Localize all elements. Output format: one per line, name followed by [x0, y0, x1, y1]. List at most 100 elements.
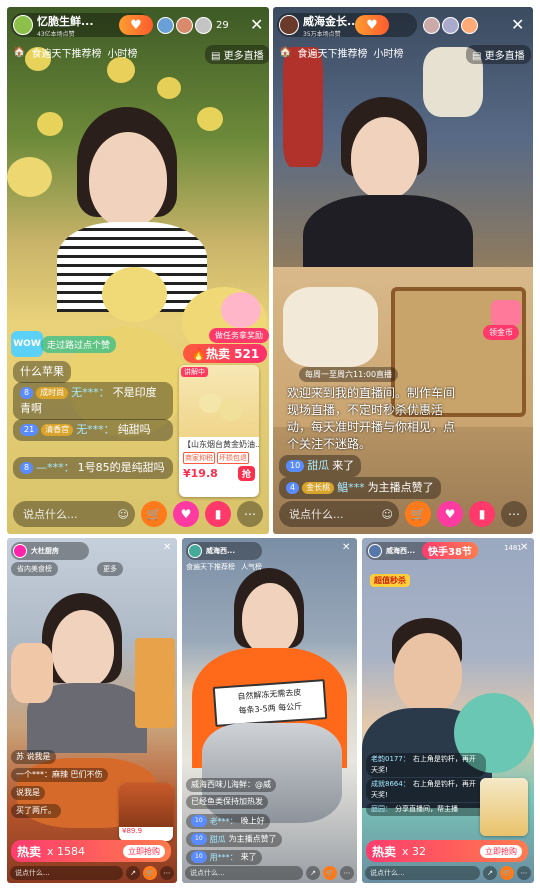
- task-gift-icon[interactable]: [221, 292, 261, 328]
- close-icon[interactable]: ✕: [520, 542, 528, 553]
- product-card[interactable]: [480, 778, 528, 836]
- viewer-count: 29: [216, 20, 229, 31]
- cart-icon[interactable]: 🛒: [405, 501, 431, 527]
- viewer-avatar: [157, 17, 174, 34]
- comment-input[interactable]: 说点什么... ☺: [279, 501, 399, 527]
- host-face: [351, 117, 419, 199]
- close-icon[interactable]: ✕: [342, 542, 350, 553]
- comment-item: 10 甜瓜 为主播点赞了: [186, 832, 282, 847]
- hot-sale-bar[interactable]: 热卖 x 32 立即抢购: [366, 840, 528, 862]
- product-image[interactable]: [119, 783, 173, 827]
- more-icon[interactable]: ⋯: [340, 866, 354, 880]
- viewer-list[interactable]: 29: [157, 17, 229, 34]
- bottom-bar: 说点什么... ☺ 🛒 ♥ ▮ ⋯: [7, 500, 269, 528]
- rank-hourly[interactable]: 小时榜: [107, 45, 137, 60]
- host-avatar[interactable]: [279, 15, 299, 35]
- host-likes: 43亿本场点赞: [37, 30, 75, 38]
- close-icon[interactable]: ✕: [511, 15, 524, 34]
- cart-icon[interactable]: 🛒: [323, 866, 337, 880]
- rank-row[interactable]: 食遍天下推荐榜 人气榜: [186, 562, 262, 572]
- host-avatar[interactable]: [13, 544, 27, 558]
- cart-icon[interactable]: 🛒: [141, 501, 167, 527]
- product-card[interactable]: ¥89.9: [119, 783, 173, 841]
- close-icon[interactable]: ✕: [250, 15, 263, 34]
- host-header[interactable]: 威海金长... 35万本场点赞: [277, 13, 417, 38]
- more-icon[interactable]: ⋯: [237, 501, 263, 527]
- live-panel-2[interactable]: 威海金长... 35万本场点赞 ♥ ✕ 🏠 食遍天下推荐榜 小时榜 ▤ 更多直播…: [273, 7, 533, 534]
- comment-input[interactable]: 说点什么...: [10, 866, 123, 880]
- comment-item: 10 用***： 来了: [186, 850, 262, 865]
- buy-now-button[interactable]: 立即抢购: [123, 844, 165, 858]
- host-avatar[interactable]: [188, 544, 202, 558]
- comment-input[interactable]: 说点什么... ☺: [13, 501, 135, 527]
- live-panel-5[interactable]: 威海西... 快手38节 1481 ✕ 超值秒杀 老韵0177： 右上角是钓杆，再…: [362, 538, 534, 883]
- host-avatar[interactable]: [13, 15, 33, 35]
- more-live-button[interactable]: 更多: [97, 562, 123, 576]
- coin-gift-icon[interactable]: [491, 300, 521, 326]
- schedule-notice: 每周一至周六11:00直播: [299, 367, 399, 382]
- host-avatar[interactable]: [368, 544, 382, 558]
- user-level-badge: 10: [191, 851, 207, 863]
- host-name: 威海西...: [386, 547, 415, 555]
- rank-recommend[interactable]: 食遍天下推荐榜: [297, 45, 367, 60]
- rank-row[interactable]: 🏠 食遍天下推荐榜 小时榜: [279, 45, 403, 60]
- share-icon[interactable]: ↗: [126, 866, 140, 880]
- more-live-button[interactable]: ▤ 更多直播: [205, 45, 269, 64]
- more-icon[interactable]: ⋯: [517, 866, 531, 880]
- cart-icon[interactable]: 🛒: [143, 866, 157, 880]
- product-card[interactable]: 讲解中 【山东烟台黄金奶油... 商家抑税 坏损包退 ¥19.8 抢: [179, 365, 259, 497]
- emoji-icon[interactable]: ☺: [118, 508, 129, 521]
- share-icon[interactable]: ↗: [483, 866, 497, 880]
- bookmark-icon[interactable]: ▮: [469, 501, 495, 527]
- follow-button[interactable]: ♥: [355, 15, 389, 35]
- bottom-bar: 说点什么... ↗ 🛒 ⋯: [362, 865, 534, 881]
- fan-tag: 金长桃: [302, 482, 335, 494]
- comment-input[interactable]: 说点什么...: [185, 866, 303, 880]
- apple-decoration: [107, 57, 135, 83]
- buy-now-button[interactable]: 立即抢购: [480, 844, 522, 858]
- gift-icon[interactable]: ♥: [437, 501, 463, 527]
- live-panel-1[interactable]: 忆脆生鲜... 43亿本场点赞 ♥ 29 ✕ 🏠 食遍天下推荐榜 小时榜 ▤ 更…: [7, 7, 269, 534]
- share-icon[interactable]: ↗: [306, 866, 320, 880]
- task-reward-label[interactable]: 做任务拿奖励: [209, 328, 269, 343]
- festival-banner[interactable]: 快手38节: [422, 542, 478, 559]
- cart-icon[interactable]: 🛒: [500, 866, 514, 880]
- host-header[interactable]: 大杜厨房: [11, 542, 89, 560]
- grab-button[interactable]: 抢: [237, 466, 255, 481]
- hot-sale-bar[interactable]: 热卖 x 1584 立即抢购: [11, 840, 171, 862]
- rank-hourly[interactable]: 小时榜: [373, 45, 403, 60]
- comment-item: 什么苹果: [13, 361, 71, 383]
- bottom-bar: 说点什么... ↗ 🛒 ⋯: [7, 865, 177, 881]
- comment-item: 21 清香宫 无***： 纯甜吗: [13, 419, 173, 441]
- follow-button[interactable]: ♥: [119, 15, 153, 35]
- wow-badge[interactable]: WOW: [11, 331, 43, 357]
- bookmark-icon[interactable]: ▮: [205, 501, 231, 527]
- viewer-list[interactable]: [423, 17, 478, 34]
- rank-recommend[interactable]: 食遍天下推荐榜: [31, 45, 101, 60]
- gift-icon[interactable]: ♥: [173, 501, 199, 527]
- more-icon[interactable]: ⋯: [501, 501, 527, 527]
- rank-row[interactable]: 🏠 食遍天下推荐榜 小时榜: [13, 45, 137, 60]
- apple-decoration: [157, 77, 181, 99]
- rank-recommend[interactable]: 食遍天下推荐榜: [186, 562, 235, 572]
- host-header[interactable]: 威海西...: [186, 542, 262, 560]
- rank-icon: 🏠: [13, 47, 26, 58]
- more-live-button[interactable]: ▤ 更多直播: [466, 45, 531, 64]
- user-level-badge: 10: [191, 815, 207, 827]
- hot-sale-badge: 🔥热卖 521: [183, 344, 268, 363]
- live-panel-4[interactable]: 自然解冻无需去皮 每条3-5两 每公斤 威海西... ✕ 食遍天下推荐榜 人气榜…: [182, 538, 357, 883]
- coin-reward-label[interactable]: 领金币: [483, 325, 519, 340]
- rank-popular[interactable]: 人气榜: [241, 562, 262, 572]
- user-level-badge: 8: [20, 387, 34, 399]
- product-price-row: ¥19.8 抢: [179, 464, 259, 483]
- flash-sale-label[interactable]: 超值秒杀: [370, 574, 410, 587]
- comment-input[interactable]: 说点什么...: [365, 866, 480, 880]
- chili-decoration: [283, 47, 323, 167]
- more-icon[interactable]: ⋯: [160, 866, 174, 880]
- product-image[interactable]: 讲解中: [179, 365, 259, 437]
- rank-label[interactable]: 省内美食榜: [11, 562, 58, 576]
- product-image[interactable]: [480, 778, 528, 836]
- emoji-icon[interactable]: ☺: [382, 508, 393, 521]
- close-icon[interactable]: ✕: [163, 542, 171, 553]
- live-panel-3[interactable]: 大杜厨房 ✕ 省内美食榜 更多 苏 说我是 一个***：麻辣 巴们不伤 说我是 …: [7, 538, 177, 883]
